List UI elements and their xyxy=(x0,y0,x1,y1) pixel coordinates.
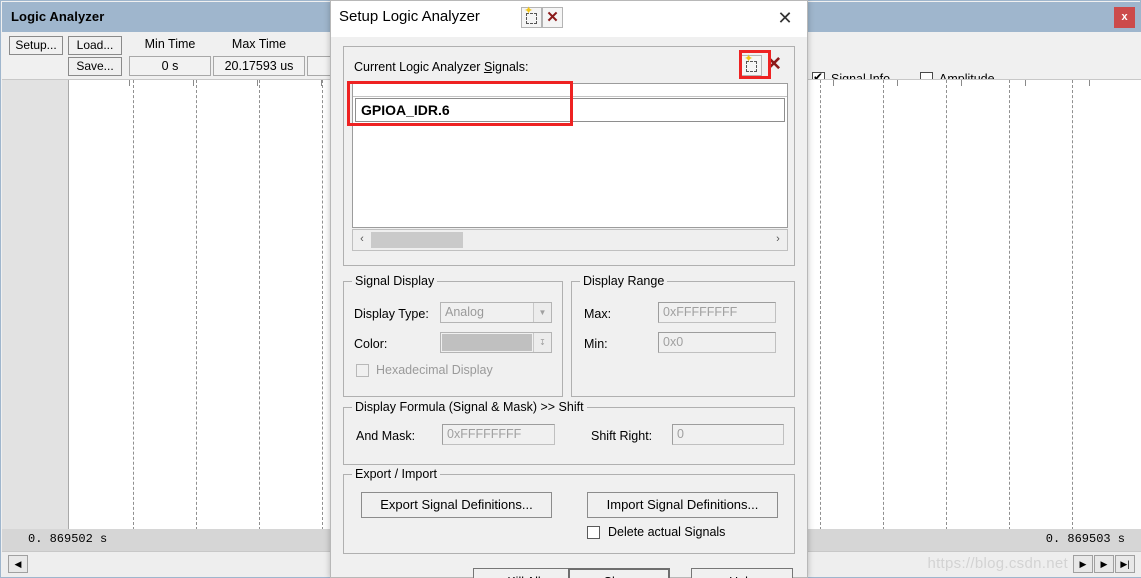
save-button[interactable]: Save... xyxy=(68,57,122,76)
time-tick xyxy=(833,80,834,86)
time-tick xyxy=(897,80,898,86)
scroll-left-icon[interactable]: ‹ xyxy=(355,232,369,248)
max-label: Max: xyxy=(584,307,612,321)
new-signal-icon[interactable] xyxy=(521,4,542,28)
color-swatch xyxy=(442,334,532,351)
grid-line xyxy=(946,80,947,530)
and-mask-label: And Mask: xyxy=(356,429,416,443)
grid-line xyxy=(883,80,884,530)
help-button[interactable]: Help xyxy=(691,568,793,578)
dialog-close-icon[interactable]: ✕ xyxy=(773,6,797,30)
color-label: Color: xyxy=(354,337,388,351)
signal-display-group: Signal Display Display Type: Analog ▼ Co… xyxy=(343,274,563,397)
grid-line xyxy=(133,80,134,530)
max-input[interactable]: 0xFFFFFFFF xyxy=(658,302,776,323)
dialog-titlebar-icons: ✕ xyxy=(521,4,563,28)
scroll-page-right-icon[interactable]: ▶ xyxy=(1094,555,1114,573)
kill-signal-icon[interactable]: ✕ xyxy=(542,7,563,28)
dialog-titlebar: Setup Logic Analyzer ✕ ✕ xyxy=(331,1,807,37)
hexadecimal-display-label: Hexadecimal Display xyxy=(376,363,493,377)
current-signals-label-suffix: ignals: xyxy=(492,60,529,74)
current-signals-group: Current Logic Analyzer Signals: ✕ GPIOA_… xyxy=(343,46,795,266)
grid-line xyxy=(1072,80,1073,530)
signals-list[interactable]: GPIOA_IDR.6 xyxy=(352,83,788,228)
grid-line xyxy=(196,80,197,530)
current-signals-label-prefix: Current Logic Analyzer xyxy=(354,60,484,74)
logic-analyzer-close-icon[interactable]: x xyxy=(1114,7,1135,28)
current-signals-label: Current Logic Analyzer Signals: xyxy=(354,60,528,74)
scroll-right-icon[interactable]: › xyxy=(771,232,785,248)
signal-display-legend: Signal Display xyxy=(352,274,438,288)
display-type-label: Display Type: xyxy=(354,307,429,321)
export-import-group: Export / Import Export Signal Definition… xyxy=(343,467,795,554)
display-formula-group: Display Formula (Signal & Mask) >> Shift… xyxy=(343,400,795,465)
load-button[interactable]: Load... xyxy=(68,36,122,55)
shift-right-input[interactable]: 0 xyxy=(672,424,784,445)
hexadecimal-display-checkbox[interactable] xyxy=(356,364,369,377)
dialog-body: Current Logic Analyzer Signals: ✕ GPIOA_… xyxy=(331,37,807,578)
max-time-field[interactable]: 20.17593 us xyxy=(213,56,305,76)
time-tick xyxy=(193,80,194,86)
delete-signal-icon[interactable]: ✕ xyxy=(762,55,786,76)
color-select[interactable]: ↧ xyxy=(440,332,552,353)
min-time-label: Min Time xyxy=(144,37,196,51)
grid-line xyxy=(322,80,323,530)
setup-button[interactable]: Setup... xyxy=(9,36,63,55)
grid-line xyxy=(259,80,260,530)
min-label: Min: xyxy=(584,337,608,351)
time-tick xyxy=(129,80,130,86)
delete-actual-signals-checkbox[interactable] xyxy=(587,526,600,539)
export-import-legend: Export / Import xyxy=(352,467,440,481)
signal-name-sidebar xyxy=(2,80,69,530)
cursor-time-right: 0. 869503 s xyxy=(1045,532,1125,546)
time-tick xyxy=(1025,80,1026,86)
delete-actual-signals-label: Delete actual Signals xyxy=(608,525,726,539)
display-type-value: Analog xyxy=(445,305,484,319)
cursor-time-left: 0. 869502 s xyxy=(28,532,108,546)
close-button[interactable]: Close xyxy=(568,568,670,578)
time-tick xyxy=(1089,80,1090,86)
grid-line xyxy=(1009,80,1010,530)
display-type-select[interactable]: Analog ▼ xyxy=(440,302,552,323)
kill-all-button[interactable]: Kill All xyxy=(473,568,575,578)
display-range-group: Display Range Max: 0xFFFFFFFF Min: 0x0 xyxy=(571,274,795,397)
export-signal-definitions-button[interactable]: Export Signal Definitions... xyxy=(361,492,552,518)
color-dropdown-icon[interactable]: ↧ xyxy=(533,333,551,352)
min-time-field[interactable]: 0 s xyxy=(129,56,211,76)
signals-list-hscrollbar[interactable]: ‹ › xyxy=(352,229,788,251)
max-time-label: Max Time xyxy=(231,37,287,51)
signals-toolbar: ✕ xyxy=(741,52,786,76)
display-range-legend: Display Range xyxy=(580,274,668,288)
add-signal-icon[interactable] xyxy=(741,52,762,76)
logic-analyzer-title: Logic Analyzer xyxy=(11,9,105,24)
scroll-left-arrow-icon[interactable]: ◀ xyxy=(8,555,28,573)
scroll-right-arrow-icon[interactable]: ▶ xyxy=(1073,555,1093,573)
min-input[interactable]: 0x0 xyxy=(658,332,776,353)
scrollbar-thumb[interactable] xyxy=(371,232,463,248)
scroll-end-icon[interactable]: ▶| xyxy=(1115,555,1135,573)
setup-logic-analyzer-dialog: Setup Logic Analyzer ✕ ✕ Current Logic A… xyxy=(330,0,808,578)
shift-right-label: Shift Right: xyxy=(591,429,653,443)
time-tick xyxy=(961,80,962,86)
time-tick xyxy=(257,80,258,86)
dialog-title: Setup Logic Analyzer xyxy=(339,8,480,25)
import-signal-definitions-button[interactable]: Import Signal Definitions... xyxy=(587,492,778,518)
signals-list-header-row xyxy=(353,84,787,97)
display-formula-legend: Display Formula (Signal & Mask) >> Shift xyxy=(352,400,587,414)
signal-name-input[interactable]: GPIOA_IDR.6 xyxy=(355,98,785,122)
and-mask-input[interactable]: 0xFFFFFFFF xyxy=(442,424,555,445)
grid-line xyxy=(820,80,821,530)
chevron-down-icon[interactable]: ▼ xyxy=(533,303,551,322)
